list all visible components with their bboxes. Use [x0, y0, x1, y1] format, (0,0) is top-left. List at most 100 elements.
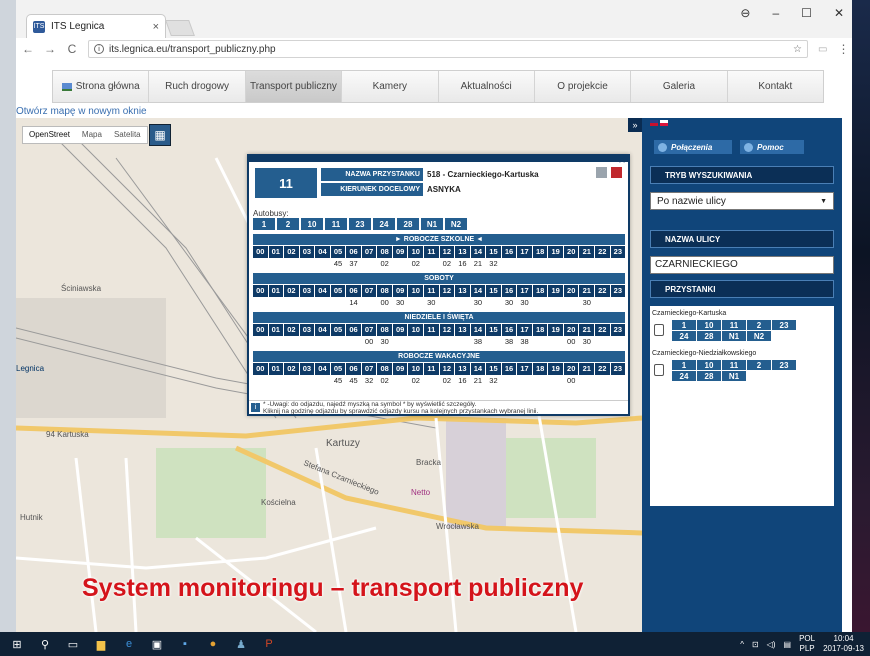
departure-minute[interactable]: 02: [408, 375, 423, 386]
bus-line-button[interactable]: 24: [373, 218, 395, 230]
bus-line-button[interactable]: N1: [421, 218, 443, 230]
menu-item-contact[interactable]: Kontakt: [728, 71, 823, 102]
print-icon[interactable]: [596, 167, 607, 178]
street-name-input[interactable]: CZARNIECKIEGO: [650, 256, 834, 274]
stop-bus-line-button[interactable]: 1: [672, 360, 696, 370]
powerpoint-icon[interactable]: P: [258, 635, 280, 653]
flag-en-icon[interactable]: [650, 120, 658, 126]
search-icon[interactable]: ⚲: [34, 635, 56, 653]
notifications-icon[interactable]: ▤: [784, 640, 792, 649]
departure-minute[interactable]: 30: [424, 297, 439, 308]
maximize-button[interactable]: ☐: [801, 6, 812, 20]
file-explorer-icon[interactable]: ▆: [90, 635, 112, 653]
departure-minute[interactable]: 02: [440, 375, 455, 386]
departure-minute[interactable]: 02: [440, 258, 455, 269]
departure-minute[interactable]: 45: [331, 375, 346, 386]
departure-minute[interactable]: 30: [579, 336, 594, 347]
stop-bus-line-button[interactable]: 10: [697, 320, 721, 330]
connections-button[interactable]: Połączenia: [654, 140, 732, 154]
menu-dots-icon[interactable]: ⋮: [837, 42, 849, 56]
stop-bus-line-button[interactable]: 11: [722, 360, 746, 370]
departure-minute[interactable]: 00: [564, 336, 579, 347]
menu-item-gallery[interactable]: Galeria: [631, 71, 728, 102]
departure-minute[interactable]: 02: [408, 258, 423, 269]
volume-icon[interactable]: ◁): [767, 640, 776, 649]
departure-minute[interactable]: 30: [471, 297, 486, 308]
menu-item-public-transport[interactable]: Transport publiczny: [245, 71, 343, 102]
bus-line-button[interactable]: 1: [253, 218, 275, 230]
expand-panel-icon[interactable]: »: [628, 118, 642, 132]
reload-icon[interactable]: C: [66, 42, 78, 56]
profile-icon[interactable]: ⊖: [740, 6, 750, 20]
departure-minute[interactable]: 16: [455, 375, 470, 386]
departure-minute[interactable]: 38: [502, 336, 517, 347]
departure-minute[interactable]: 16: [455, 258, 470, 269]
stop-name[interactable]: Czarnieckiego-Kartuska: [652, 310, 726, 317]
departure-minute[interactable]: 38: [471, 336, 486, 347]
departure-minute[interactable]: 30: [393, 297, 408, 308]
tab-close-icon[interactable]: ×: [153, 21, 159, 33]
departure-minute[interactable]: 30: [579, 297, 594, 308]
stop-bus-line-button[interactable]: 1: [672, 320, 696, 330]
menu-item-about[interactable]: O projekcie: [535, 71, 632, 102]
departure-minute[interactable]: 30: [517, 297, 532, 308]
stop-bus-line-button[interactable]: 23: [772, 320, 796, 330]
bus-line-button[interactable]: 23: [349, 218, 371, 230]
store-icon[interactable]: ▣: [146, 635, 168, 653]
stop-bus-line-button[interactable]: 10: [697, 360, 721, 370]
layer-tab-openstreet[interactable]: OpenStreet: [23, 127, 76, 143]
departure-minute[interactable]: 00: [362, 336, 377, 347]
departure-minute[interactable]: 30: [502, 297, 517, 308]
tray-up-icon[interactable]: ^: [740, 640, 744, 649]
departure-minute[interactable]: 14: [346, 297, 361, 308]
layer-tab-satellite[interactable]: Satelita: [108, 127, 147, 143]
minimize-button[interactable]: –: [772, 6, 779, 20]
departure-minute[interactable]: 45: [346, 375, 361, 386]
menu-item-traffic[interactable]: Ruch drogowy: [149, 71, 246, 102]
stop-bus-line-button[interactable]: 28: [697, 371, 721, 381]
popup-close-icon[interactable]: ×: [616, 154, 628, 166]
search-mode-select[interactable]: Po nazwie ulicy ▼: [650, 192, 834, 210]
info-icon[interactable]: i: [94, 44, 104, 54]
layer-tab-map[interactable]: Mapa: [76, 127, 108, 143]
departure-minute[interactable]: 45: [331, 258, 346, 269]
departure-minute[interactable]: 32: [486, 375, 501, 386]
bookmark-star-icon[interactable]: ☆: [793, 44, 802, 55]
bus-line-button[interactable]: 28: [397, 218, 419, 230]
menu-item-cameras[interactable]: Kamery: [342, 71, 439, 102]
new-tab-button[interactable]: [165, 20, 195, 36]
departure-minute[interactable]: 02: [377, 375, 392, 386]
people-icon[interactable]: ♟: [230, 635, 252, 653]
stop-bus-line-button[interactable]: 23: [772, 360, 796, 370]
departure-minute[interactable]: 32: [362, 375, 377, 386]
forward-arrow-icon[interactable]: →: [44, 42, 56, 56]
stop-bus-line-button[interactable]: N1: [722, 331, 746, 341]
departure-minute[interactable]: 30: [377, 336, 392, 347]
departure-minute[interactable]: 37: [346, 258, 361, 269]
pdf-icon[interactable]: [611, 167, 622, 178]
stop-bus-line-button[interactable]: 11: [722, 320, 746, 330]
stop-bus-line-button[interactable]: 24: [672, 331, 696, 341]
flag-pl-icon[interactable]: [660, 120, 668, 126]
menu-item-news[interactable]: Aktualności: [439, 71, 535, 102]
menu-item-home[interactable]: Strona główna: [53, 71, 150, 102]
departure-minute[interactable]: 21: [471, 375, 486, 386]
stop-bus-line-button[interactable]: N1: [722, 371, 746, 381]
departure-minute[interactable]: 00: [564, 375, 579, 386]
language-indicator[interactable]: POL PLP: [799, 634, 815, 654]
departure-minute[interactable]: 38: [517, 336, 532, 347]
departure-minute[interactable]: 32: [486, 258, 501, 269]
extension-icon[interactable]: ▭: [818, 44, 827, 55]
departure-minute[interactable]: 02: [377, 258, 392, 269]
start-icon[interactable]: ⊞: [6, 635, 28, 653]
edge-icon[interactable]: e: [118, 635, 140, 653]
clock[interactable]: 10:04 2017-09-13: [823, 634, 864, 654]
bus-line-button[interactable]: N2: [445, 218, 467, 230]
help-button[interactable]: Pomoc: [740, 140, 804, 154]
stop-bus-line-button[interactable]: 24: [672, 371, 696, 381]
bus-stops-toggle-icon[interactable]: ▦: [149, 124, 171, 146]
open-map-link[interactable]: Otwórz mapę w nowym oknie: [16, 106, 147, 118]
back-arrow-icon[interactable]: ←: [22, 42, 34, 56]
close-window-button[interactable]: ✕: [834, 6, 844, 20]
stop-bus-line-button[interactable]: 2: [747, 360, 771, 370]
